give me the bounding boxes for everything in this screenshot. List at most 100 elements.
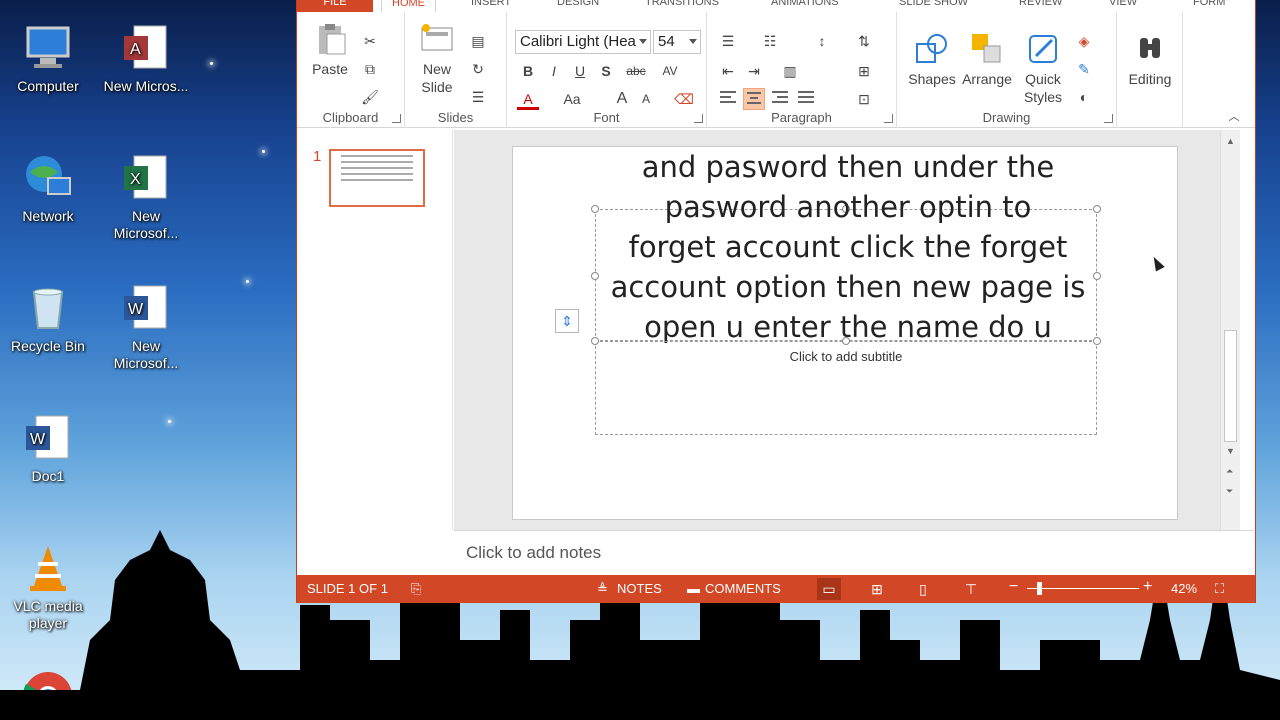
copy-icon[interactable]: ⧉ (359, 58, 381, 80)
paste-button[interactable]: Paste (307, 22, 353, 78)
shape-effects-icon[interactable]: ◐ (1073, 86, 1095, 108)
reading-view-icon[interactable]: ▯ (911, 578, 935, 600)
desktop-icon-recycle-bin[interactable]: Recycle Bin (2, 282, 94, 355)
zoom-in-icon[interactable]: + (1143, 578, 1152, 596)
numbering-icon[interactable]: ☷ (759, 30, 781, 52)
align-text-icon[interactable]: ⊞ (853, 60, 875, 82)
ribbon: Paste ✂ ⧉ 🖌 Clipboard New Slide ▤ ↻ ☰ Sl… (297, 12, 1255, 128)
slide-thumbnail[interactable] (329, 149, 425, 207)
zoom-level[interactable]: 42% (1171, 581, 1197, 596)
increase-indent-icon[interactable]: ⇥ (743, 60, 765, 82)
slide-show-icon[interactable]: ⊤ (959, 578, 983, 600)
drawing-launcher-icon[interactable] (1104, 114, 1113, 123)
slide-number: 1 (313, 148, 322, 165)
desktop-icon-label: Recycle Bin (11, 338, 85, 354)
cut-icon[interactable]: ✂ (359, 30, 381, 52)
tab-transitions[interactable]: TRANSITIONS (645, 0, 719, 12)
strikethrough-button[interactable]: abc (621, 60, 651, 82)
notes-pane[interactable]: Click to add notes (454, 530, 1254, 575)
desktop-icon-computer[interactable]: Computer (2, 22, 94, 95)
fit-slide-icon[interactable]: ⛶ (1215, 581, 1224, 597)
tab-view[interactable]: VIEW (1109, 0, 1137, 12)
font-color-button[interactable]: A (517, 88, 539, 110)
align-center-icon[interactable] (743, 88, 765, 110)
next-slide-icon[interactable]: ⏷ (1226, 486, 1233, 497)
tab-format[interactable]: FORM (1193, 0, 1225, 12)
new-slide-button[interactable]: New Slide (415, 22, 459, 96)
zoom-slider[interactable] (1027, 588, 1139, 589)
italic-button[interactable]: I (543, 60, 565, 82)
editing-button[interactable]: Editing (1121, 32, 1179, 88)
clear-formatting-icon[interactable]: ⌫ (673, 88, 695, 110)
scrollbar-thumb[interactable] (1224, 330, 1237, 442)
change-case-button[interactable]: Aa (557, 88, 587, 110)
text-direction-icon[interactable]: ⇅ (853, 30, 875, 52)
section-icon[interactable]: ☰ (467, 86, 489, 108)
columns-icon[interactable]: ▥ (779, 60, 801, 82)
quick-styles-button[interactable]: Quick Styles (1015, 32, 1071, 106)
tab-file[interactable]: FILE (297, 0, 373, 12)
resize-handle[interactable] (842, 337, 850, 345)
svg-text:W: W (30, 431, 46, 448)
shape-fill-icon[interactable]: ◈ (1073, 30, 1095, 52)
network-icon (22, 152, 74, 204)
desktop-icon-access[interactable]: A New Micros... (100, 22, 192, 95)
clipboard-launcher-icon[interactable] (392, 114, 401, 123)
resize-handle[interactable] (1093, 337, 1101, 345)
decrease-indent-icon[interactable]: ⇤ (717, 60, 739, 82)
tab-animations[interactable]: ANIMATIONS (771, 0, 839, 12)
subtitle-placeholder-box[interactable]: Click to add subtitle (591, 337, 1101, 435)
spell-check-icon[interactable]: ⎘ (411, 581, 421, 597)
grow-font-button[interactable]: A (611, 88, 633, 110)
format-painter-icon[interactable]: 🖌 (359, 86, 381, 108)
scroll-down-icon[interactable]: ▼ (1226, 446, 1235, 456)
underline-button[interactable]: U (569, 60, 591, 82)
group-label: Slides (437, 110, 474, 125)
line-spacing-icon[interactable]: ↕ (811, 30, 833, 52)
desktop-icon-label: New Microsof... (113, 338, 179, 371)
collapse-ribbon-icon[interactable]: ︿ (1223, 106, 1245, 128)
tab-design[interactable]: DESIGN (557, 0, 599, 12)
slide-sorter-icon[interactable]: ⊞ (865, 578, 889, 600)
align-right-icon[interactable] (769, 88, 791, 110)
word-icon: W (120, 282, 172, 334)
desktop-icon-word[interactable]: W New Microsof... (100, 282, 192, 372)
tab-insert[interactable]: INSERT (471, 0, 511, 12)
layout-icon[interactable]: ▤ (467, 30, 489, 52)
tab-review[interactable]: REVIEW (1019, 0, 1062, 12)
zoom-out-icon[interactable]: − (1009, 578, 1018, 596)
paste-icon (313, 22, 347, 56)
shapes-button[interactable]: Shapes (905, 32, 959, 88)
bullets-icon[interactable]: ☰ (717, 30, 739, 52)
align-left-icon[interactable] (717, 88, 739, 110)
scroll-up-icon[interactable]: ▲ (1226, 136, 1235, 146)
character-spacing-button[interactable]: AV (655, 60, 685, 82)
normal-view-icon[interactable]: ▭ (817, 578, 841, 600)
shrink-font-button[interactable]: A (635, 88, 657, 110)
tab-slide-show[interactable]: SLIDE SHOW (899, 0, 968, 12)
slide-title-text[interactable]: and pasword then under the pasword anoth… (573, 147, 1123, 347)
font-name-select[interactable]: Calibri Light (Hea (515, 30, 651, 54)
font-size-select[interactable]: 54 (653, 30, 701, 54)
chevron-down-icon (689, 39, 697, 44)
font-launcher-icon[interactable] (694, 114, 703, 123)
notes-button[interactable]: NOTES (617, 581, 662, 596)
desktop-icon-network[interactable]: Network (2, 152, 94, 225)
paragraph-launcher-icon[interactable] (884, 114, 893, 123)
desktop-icon-doc1[interactable]: W Doc1 (2, 412, 94, 485)
desktop-icon-excel[interactable]: X New Microsof... (100, 152, 192, 242)
bold-button[interactable]: B (517, 60, 539, 82)
smartart-icon[interactable]: ⊡ (853, 88, 875, 110)
comments-button[interactable]: COMMENTS (705, 581, 781, 596)
tab-home[interactable]: HOME (381, 0, 436, 12)
shadow-button[interactable]: S (595, 60, 617, 82)
vertical-scrollbar[interactable]: ▲ ▼ ⏶ ⏷ (1220, 130, 1240, 530)
slide-canvas[interactable]: ⇕ and pasword then under the pasword ano… (512, 146, 1178, 520)
arrange-button[interactable]: Arrange (959, 32, 1015, 88)
reset-icon[interactable]: ↻ (467, 58, 489, 80)
justify-icon[interactable] (795, 88, 817, 110)
resize-handle[interactable] (591, 337, 599, 345)
shape-outline-icon[interactable]: ✎ (1073, 58, 1095, 80)
zoom-slider-handle[interactable] (1037, 582, 1042, 595)
previous-slide-icon[interactable]: ⏶ (1226, 466, 1233, 477)
